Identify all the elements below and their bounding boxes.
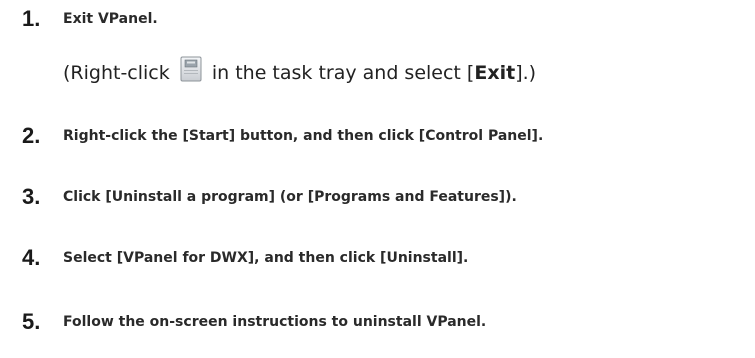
step-4: 4. Select [VPanel for DWX], and then cli…	[0, 243, 755, 273]
note-exit-label: Exit	[474, 62, 516, 84]
step-1: 1. Exit VPanel.	[0, 4, 755, 34]
step-5: 5. Follow the on-screen instructions to …	[0, 307, 755, 337]
step-number: 4.	[22, 245, 41, 270]
step-text: Right-click the [Start] button, and then…	[63, 128, 544, 144]
step-text: Follow the on-screen instructions to uni…	[63, 314, 487, 330]
step-number: 5.	[22, 309, 41, 334]
note-prefix: (Right-click	[63, 62, 176, 84]
note-suffix: ].)	[515, 62, 537, 84]
vpanel-tray-icon	[180, 56, 202, 82]
step-3: 3. Click [Uninstall a program] (or [Prog…	[0, 182, 755, 212]
step-number: 1.	[22, 6, 41, 31]
step-2: 2. Right-click the [Start] button, and t…	[0, 121, 755, 151]
step-number: 2.	[22, 123, 41, 148]
step-text: Select [VPanel for DWX], and then click …	[63, 250, 469, 266]
instructions-page: { "steps": [ { "number": "1.", "text": "…	[0, 0, 755, 358]
step-text: Click [Uninstall a program] (or [Program…	[63, 189, 517, 205]
step-1-note: (Right-click in the task tray and select…	[63, 56, 536, 90]
step-number: 3.	[22, 184, 41, 209]
note-middle: in the task tray and select [	[205, 62, 475, 84]
step-text: Exit VPanel.	[63, 11, 158, 27]
